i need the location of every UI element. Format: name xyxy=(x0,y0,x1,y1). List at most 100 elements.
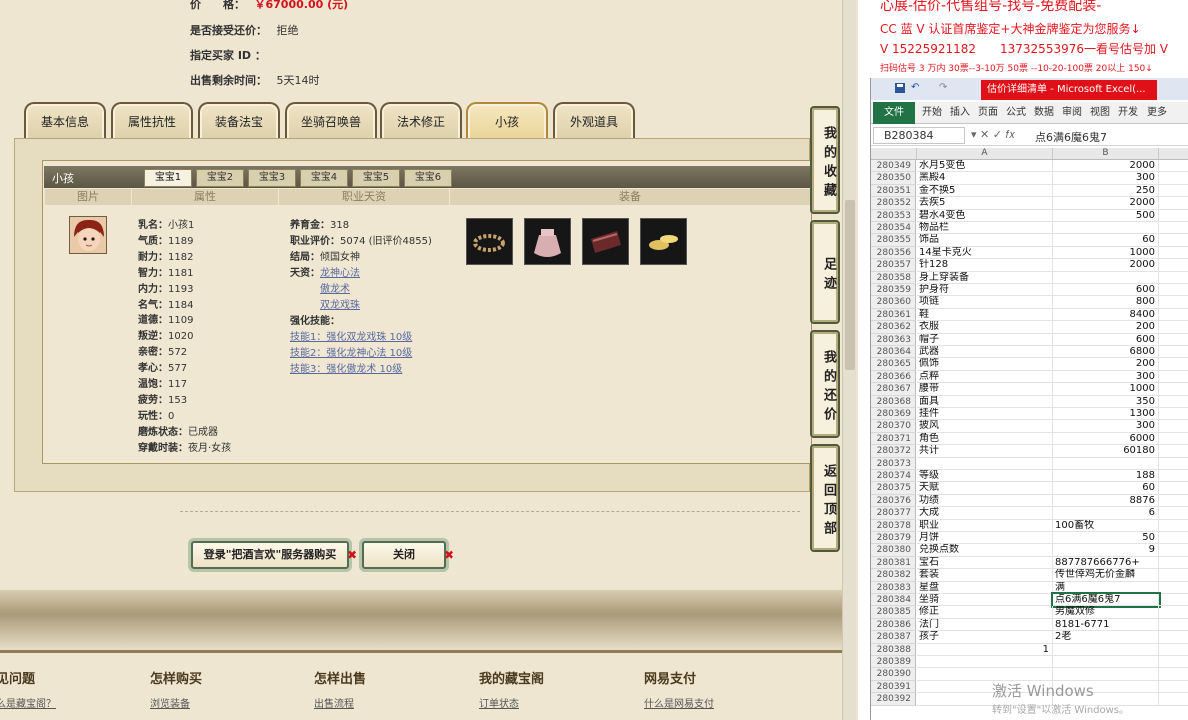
cell-b[interactable]: 点6满6魔6鬼7 xyxy=(1051,591,1161,609)
baby-tab-1[interactable]: 宝宝1 xyxy=(144,169,192,187)
cell-b[interactable]: 200 xyxy=(1053,321,1159,334)
cell-c[interactable] xyxy=(1159,445,1188,458)
cell-b[interactable] xyxy=(1053,457,1159,470)
talent-link-2[interactable]: 傲龙术 xyxy=(320,280,350,295)
row-number[interactable]: 280354 xyxy=(871,222,916,235)
cell-a[interactable] xyxy=(917,668,1053,681)
ribbon-tab-developer[interactable]: 开发 xyxy=(1115,102,1141,124)
cell-b[interactable] xyxy=(1053,643,1159,656)
ribbon-tab-file[interactable]: 文件 xyxy=(873,102,915,124)
cell-c[interactable] xyxy=(1159,569,1188,582)
row-number[interactable]: 280371 xyxy=(871,432,916,446)
cell-a[interactable]: 项链 xyxy=(917,296,1053,309)
cell-a[interactable]: 披风 xyxy=(917,420,1053,433)
cell-a[interactable]: 物品栏 xyxy=(917,222,1053,235)
cell-c[interactable] xyxy=(1159,346,1188,359)
row-number[interactable]: 280370 xyxy=(871,420,916,433)
cell-c[interactable] xyxy=(1159,606,1188,619)
skill-link-1[interactable]: 技能1：强化双龙戏珠 10级 xyxy=(290,328,412,343)
cell-c[interactable] xyxy=(1159,668,1188,681)
ribbon-tab-formulas[interactable]: 公式 xyxy=(1003,102,1029,124)
cell-b[interactable] xyxy=(1053,271,1159,284)
side-tab-back-to-top[interactable]: 返回顶部 xyxy=(810,444,840,552)
tab-children[interactable]: 小孩 xyxy=(466,102,548,140)
cell-b[interactable]: 6000 xyxy=(1053,432,1159,446)
cell-a[interactable]: 套装 xyxy=(917,569,1053,582)
cell-b[interactable]: 2000 xyxy=(1053,160,1159,173)
row-number[interactable]: 280375 xyxy=(871,482,916,495)
cell-a[interactable]: 共计 xyxy=(917,445,1053,458)
baby-tab-3[interactable]: 宝宝3 xyxy=(248,169,296,187)
cell-b[interactable]: 300 xyxy=(1053,370,1159,384)
cell-a[interactable]: 宝石 xyxy=(917,556,1053,570)
ribbon-tab-insert[interactable]: 插入 xyxy=(947,102,973,124)
cell-b[interactable]: 8181-6771 xyxy=(1053,618,1159,632)
cell-c[interactable] xyxy=(1159,520,1188,532)
cell-c[interactable] xyxy=(1159,197,1188,210)
cell-a[interactable]: 去疾5 xyxy=(917,197,1053,210)
cell-a[interactable]: 天赋 xyxy=(917,482,1053,495)
cell-b[interactable]: 600 xyxy=(1053,333,1159,346)
cell-c[interactable] xyxy=(1159,247,1188,260)
cell-c[interactable] xyxy=(1159,334,1188,346)
talent-link-1[interactable]: 龙神心法 xyxy=(320,268,360,279)
cell-a[interactable]: 修正 xyxy=(917,606,1053,619)
cell-c[interactable] xyxy=(1159,420,1188,433)
cell-a[interactable]: 鞋 xyxy=(917,308,1053,322)
cell-a[interactable]: 星盘 xyxy=(917,581,1053,594)
row-number[interactable]: 280391 xyxy=(871,680,916,694)
row-number[interactable]: 280386 xyxy=(871,618,916,632)
cell-a[interactable]: 武器 xyxy=(917,346,1053,359)
column-header-c[interactable] xyxy=(1159,148,1188,160)
cell-b[interactable]: 1000 xyxy=(1053,246,1159,260)
cell-b[interactable] xyxy=(1053,222,1159,235)
cell-a[interactable]: 1 xyxy=(917,643,1053,656)
cell-b[interactable]: 800 xyxy=(1053,296,1159,309)
row-number[interactable]: 280383 xyxy=(871,581,916,594)
side-tab-footprints[interactable]: 足迹 xyxy=(810,220,840,324)
row-number[interactable]: 280381 xyxy=(871,556,916,570)
cell-c[interactable] xyxy=(1159,234,1188,247)
ribbon-tab-more[interactable]: 更多 xyxy=(1143,102,1171,124)
page-scrollbar[interactable] xyxy=(842,0,856,720)
tab-spell-mods[interactable]: 法术修正 xyxy=(380,102,462,140)
cell-a[interactable]: 孩子 xyxy=(917,631,1053,644)
cell-b[interactable]: 2000 xyxy=(1053,197,1159,210)
cell-c[interactable] xyxy=(1159,594,1188,607)
cell-c[interactable] xyxy=(1159,557,1188,570)
cell-b[interactable]: 60180 xyxy=(1053,445,1159,458)
cell-c[interactable] xyxy=(1159,284,1188,297)
cell-a[interactable]: 职业 xyxy=(917,519,1053,532)
row-number[interactable]: 280369 xyxy=(871,408,916,421)
cell-c[interactable] xyxy=(1159,458,1188,470)
side-tab-my-offers[interactable]: 我的还价 xyxy=(810,330,840,438)
cell-c[interactable] xyxy=(1159,185,1188,198)
row-number[interactable]: 280366 xyxy=(871,370,916,384)
cell-a[interactable]: 护身符 xyxy=(917,284,1053,297)
cell-a[interactable] xyxy=(917,656,1053,669)
cell-c[interactable] xyxy=(1159,296,1188,309)
row-number[interactable]: 280368 xyxy=(871,395,916,408)
cell-a[interactable]: 黑殿4 xyxy=(917,172,1053,185)
tab-appearance[interactable]: 外观道具 xyxy=(553,102,635,140)
row-number[interactable]: 280382 xyxy=(871,569,916,582)
skill-link-2[interactable]: 技能2：强化龙神心法 10级 xyxy=(290,344,412,359)
close-button[interactable]: 关闭 xyxy=(362,541,446,569)
cell-c[interactable] xyxy=(1159,532,1188,545)
cell-c[interactable] xyxy=(1159,544,1188,557)
row-number[interactable]: 280364 xyxy=(871,346,916,359)
cell-a[interactable]: 挂件 xyxy=(917,408,1053,421)
cell-a[interactable]: 衣服 xyxy=(917,321,1053,334)
row-number[interactable]: 280359 xyxy=(871,284,916,297)
cell-b[interactable] xyxy=(1053,668,1159,681)
cell-c[interactable] xyxy=(1159,272,1188,284)
cell-c[interactable] xyxy=(1159,631,1188,644)
formula-bar-buttons[interactable]: ▾ ✕ ✓ 𝑓𝑥 xyxy=(971,128,1015,142)
cell-a[interactable]: 佩饰 xyxy=(917,358,1053,371)
redo-icon[interactable]: ↷ xyxy=(939,83,949,93)
buy-on-server-button[interactable]: 登录"把酒言欢"服务器购买 xyxy=(191,541,349,569)
skill-link-3[interactable]: 技能3：强化傲龙术 10级 xyxy=(290,360,402,375)
row-number[interactable]: 280351 xyxy=(871,184,916,198)
row-number[interactable]: 280390 xyxy=(871,668,916,681)
cell-c[interactable] xyxy=(1159,222,1188,235)
